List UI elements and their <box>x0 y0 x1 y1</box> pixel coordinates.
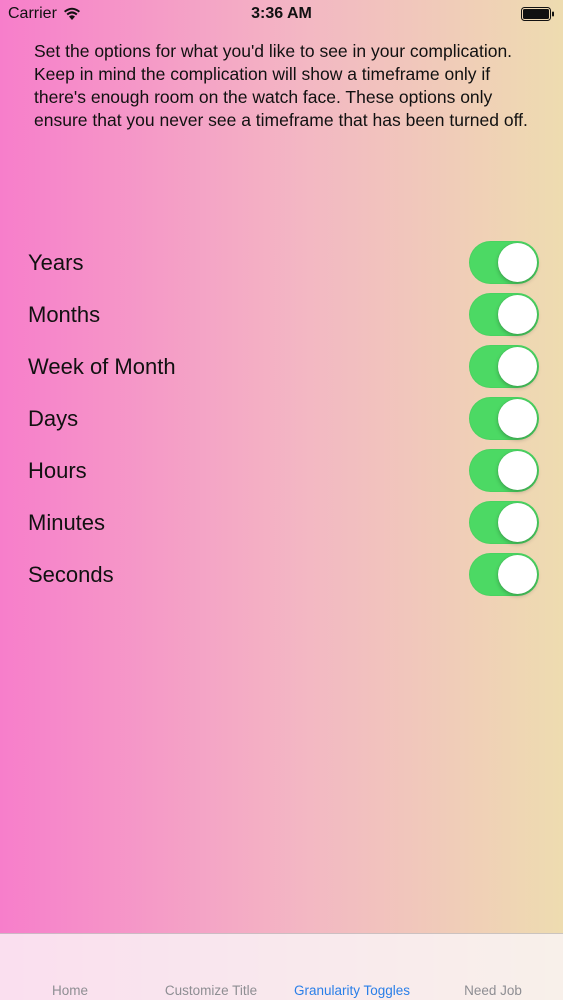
switch-knob <box>498 399 537 438</box>
toggle-row-minutes: Minutes <box>0 497 563 549</box>
years-switch[interactable] <box>469 241 539 284</box>
toggle-label-days: Days <box>28 406 79 431</box>
toggle-label-seconds: Seconds <box>28 562 114 587</box>
tab-granularity-toggles[interactable]: Granularity Toggles <box>283 983 421 998</box>
battery-icon <box>521 7 554 21</box>
week-of-month-switch[interactable] <box>469 345 539 388</box>
months-switch[interactable] <box>469 293 539 336</box>
toggle-row-months: Months <box>0 289 563 341</box>
tab-bar: Home Customize Title Granularity Toggles… <box>0 933 563 1000</box>
granularity-toggle-list: Years Months Week of Month Days Hours Mi… <box>0 237 563 601</box>
tab-need-job[interactable]: Need Job <box>452 983 534 998</box>
hours-switch[interactable] <box>469 449 539 492</box>
toggle-label-hours: Hours <box>28 458 87 483</box>
switch-knob <box>498 243 537 282</box>
toggle-row-days: Days <box>0 393 563 445</box>
tab-customize-title[interactable]: Customize Title <box>155 983 267 998</box>
description-text: Set the options for what you'd like to s… <box>34 41 528 130</box>
days-switch[interactable] <box>469 397 539 440</box>
switch-knob <box>498 347 537 386</box>
toggle-row-week-of-month: Week of Month <box>0 341 563 393</box>
tab-home[interactable]: Home <box>30 983 110 998</box>
switch-knob <box>498 295 537 334</box>
seconds-switch[interactable] <box>469 553 539 596</box>
status-time: 3:36 AM <box>251 5 312 22</box>
toggle-row-hours: Hours <box>0 445 563 497</box>
toggle-row-years: Years <box>0 237 563 289</box>
switch-knob <box>498 503 537 542</box>
status-bar: Carrier 3:36 AM <box>0 0 563 28</box>
switch-knob <box>498 555 537 594</box>
toggle-label-months: Months <box>28 302 101 327</box>
toggle-label-years: Years <box>28 250 84 275</box>
toggle-row-seconds: Seconds <box>0 549 563 601</box>
toggle-label-week-of-month: Week of Month <box>28 354 176 379</box>
toggle-label-minutes: Minutes <box>28 510 106 535</box>
switch-knob <box>498 451 537 490</box>
minutes-switch[interactable] <box>469 501 539 544</box>
